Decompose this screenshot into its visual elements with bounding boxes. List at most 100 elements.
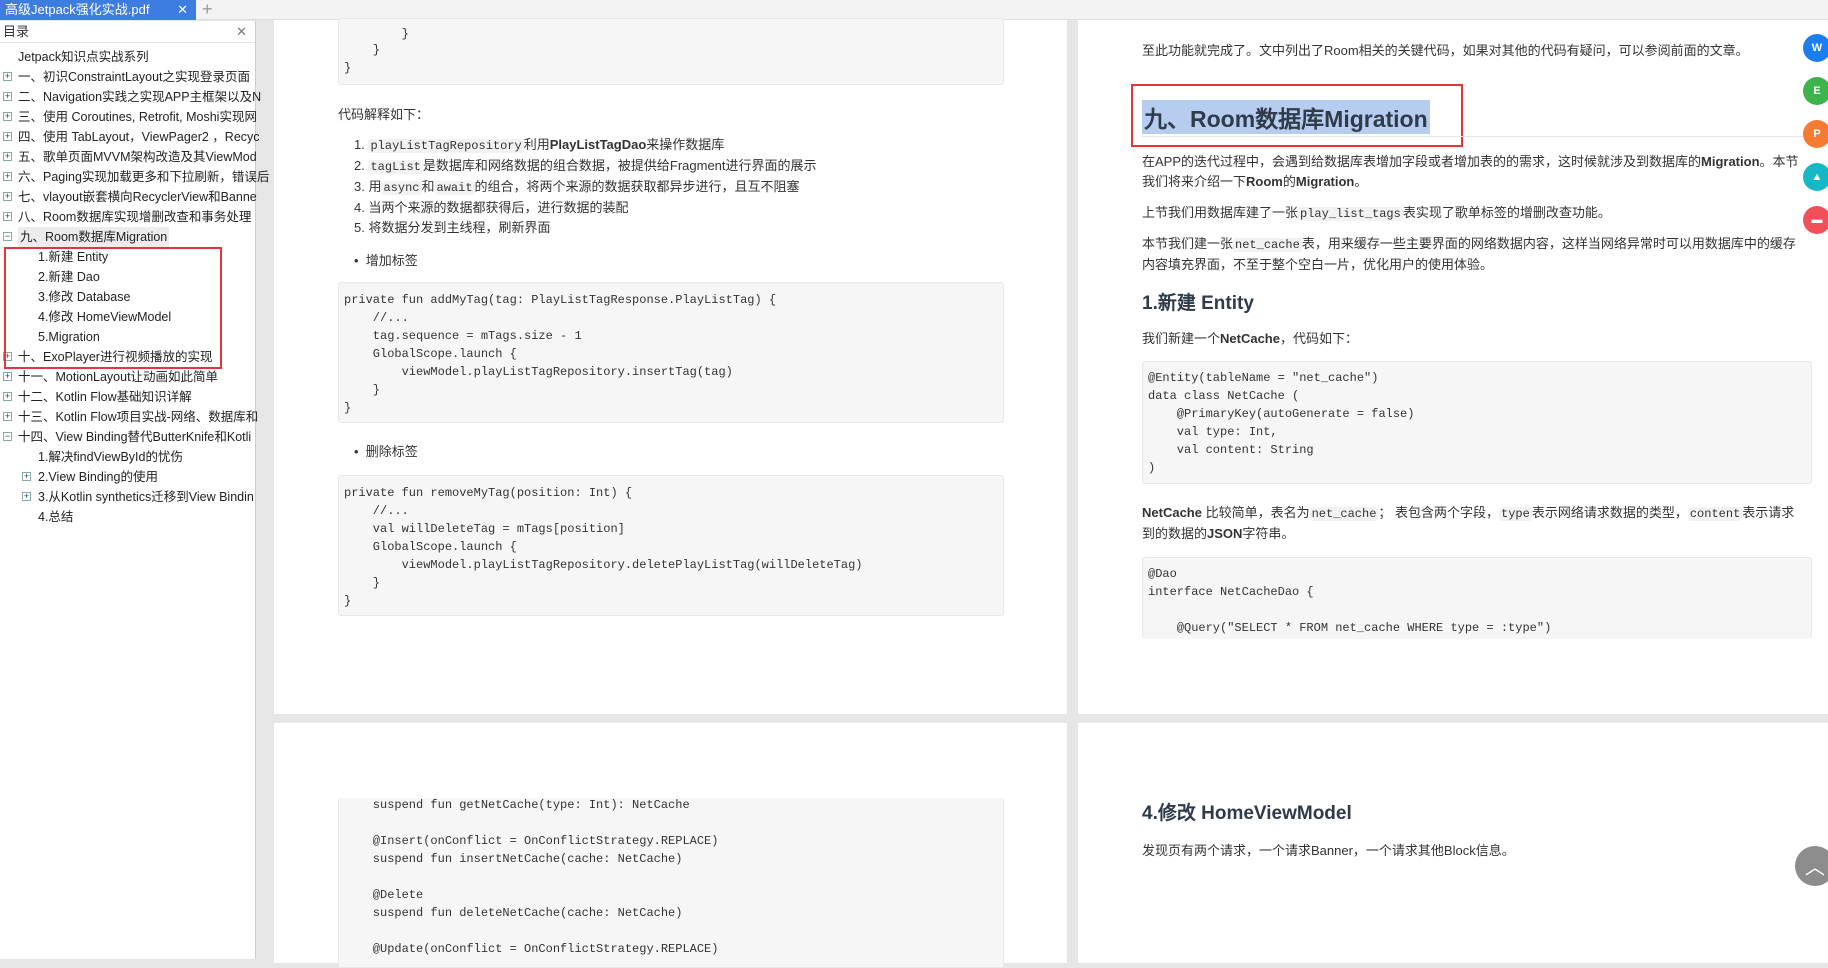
code-line: ) (1148, 461, 1156, 475)
expand-icon[interactable]: + (3, 72, 12, 81)
code-line: suspend fun insertNetCache(cache: NetCac… (344, 852, 683, 866)
code-line: private fun removeMyTag(position: Int) { (344, 486, 633, 500)
code-line: val willDeleteTag = mTags[position] (344, 522, 625, 536)
paragraph: 上节我们用数据库建了一张 play_list_tags 表实现了歌单标签的增删改查功… (1142, 205, 1611, 221)
page-left-2: suspend fun getNetCache(type: Int): NetC… (274, 723, 1067, 968)
code-line: @Entity(tableName = "net_cache") (1148, 371, 1379, 385)
close-outline-icon[interactable]: ✕ (236, 21, 247, 43)
close-tab-icon[interactable]: ✕ (177, 0, 188, 20)
bullet-delete-tag: • 删除标签 (354, 444, 418, 459)
list-item: 4. 当两个来源的数据都获得后，进行数据的装配 (354, 200, 629, 215)
outline-item[interactable]: 八、Room数据库实现增删改查和事务处理 (18, 207, 251, 227)
expand-icon[interactable]: + (3, 92, 12, 101)
highlight-box (4, 247, 222, 369)
expand-icon[interactable]: + (3, 112, 12, 121)
code-line: //... (344, 504, 409, 518)
outline-item[interactable]: 十四、View Binding替代ButterKnife和Kotli (18, 427, 251, 447)
image-convert-icon[interactable]: ▲ (1803, 163, 1828, 191)
new-tab-button[interactable]: + (202, 0, 213, 19)
code-line: val content: String (1148, 443, 1314, 457)
outline-item[interactable]: Jetpack知识点实战系列 (18, 47, 149, 67)
heading-entity: 1.新建 Entity (1142, 293, 1254, 314)
outline-item[interactable]: 一、初识ConstraintLayout之实现登录页面 (18, 67, 250, 87)
outline-item[interactable]: 七、vlayout嵌套横向RecyclerView和Banne (18, 187, 257, 207)
expand-icon[interactable]: + (3, 392, 12, 401)
divider (1142, 136, 1828, 137)
code-line: } (344, 27, 409, 41)
paragraph: 发现页有两个请求，一个请求Banner，一个请求其他Block信息。 (1142, 843, 1515, 858)
outline-header: 目录 ✕ (0, 21, 255, 43)
expand-icon[interactable]: + (22, 472, 31, 481)
outline-item[interactable]: 五、歌单页面MVVM架构改造及其ViewMod (18, 147, 257, 167)
code-line: @Query("SELECT * FROM net_cache WHERE ty… (1148, 621, 1552, 635)
scroll-to-top-button[interactable]: ︿ (1795, 846, 1828, 886)
code-block-dao-cont: suspend fun getNetCache(type: Int): NetC… (338, 798, 1004, 968)
outline-item[interactable]: 1.解决findViewById的忧伤 (38, 447, 183, 467)
collapse-icon[interactable]: − (3, 232, 12, 241)
tab-bar: 高级Jetpack强化实战.pdf ✕ + (0, 0, 1828, 20)
print-icon[interactable]: ▬ (1803, 206, 1828, 234)
expand-icon[interactable]: + (3, 132, 12, 141)
code-line: viewModel.playListTagRepository.insertTa… (344, 365, 733, 379)
paragraph: 到的数据的JSON字符串。 (1142, 526, 1295, 541)
page-right-2: 4.修改 HomeViewModel 发现页有两个请求，一个请求Banner，一… (1078, 723, 1828, 963)
outline-item[interactable]: 四、使用 TabLayout，ViewPager2 ，Recyc (18, 127, 260, 147)
outline-item[interactable]: 九、Room数据库Migration (18, 227, 170, 247)
code-line: @Insert(onConflict = OnConflictStrategy.… (344, 834, 719, 848)
outline-item[interactable]: 十二、Kotlin Flow基础知识详解 (18, 387, 192, 407)
tab-title: 高级Jetpack强化实战.pdf (5, 2, 150, 17)
list-item: 2. tagList 是数据库和网络数据的组合数据，被提供给Fragment进行界… (354, 158, 817, 174)
code-line: val type: Int, (1148, 425, 1278, 439)
expand-icon[interactable]: + (3, 372, 12, 381)
outline-item[interactable]: 二、Navigation实践之实现APP主框架以及N (18, 87, 261, 107)
outline-item[interactable]: 4.总结 (38, 507, 73, 527)
code-block-dao: @Dao interface NetCacheDao { @Query("SELE… (1142, 557, 1812, 639)
excel-convert-icon[interactable]: E (1803, 77, 1828, 105)
expand-icon[interactable]: + (3, 212, 12, 221)
code-line: suspend fun getNetCache(type: Int): NetC… (344, 798, 690, 812)
code-block-top: } } } (338, 18, 1004, 85)
tab-pdf[interactable]: 高级Jetpack强化实战.pdf ✕ (0, 0, 196, 20)
code-block-entity: @Entity(tableName = "net_cache")data cla… (1142, 361, 1812, 484)
code-line: interface NetCacheDao { (1148, 585, 1314, 599)
code-line: viewModel.playListTagRepository.deletePl… (344, 558, 863, 572)
code-line: } (344, 401, 352, 415)
outline-item[interactable]: 六、Paging实现加载更多和下拉刷新，错误后 (18, 167, 269, 187)
paragraph: 我们将来介绍一下Room的Migration。 (1142, 174, 1368, 189)
code-block-add: private fun addMyTag(tag: PlayListTagRes… (338, 282, 1004, 423)
code-line: data class NetCache ( (1148, 389, 1300, 403)
outline-item[interactable]: 十一、MotionLayout让动画如此简单 (18, 367, 218, 387)
ppt-convert-icon[interactable]: P (1803, 120, 1828, 148)
code-line: } (344, 43, 381, 57)
outline-item[interactable]: 十三、Kotlin Flow项目实战-网络、数据库和 (18, 407, 258, 427)
collapse-icon[interactable]: − (3, 432, 12, 441)
code-line: @Delete (344, 888, 424, 902)
paragraph: 内容填充界面，不至于整个空白一片，优化用户的使用体验。 (1142, 257, 1494, 272)
outline-sidebar: 目录 ✕ Jetpack知识点实战系列 一、初识ConstraintLayout之实… (0, 21, 269, 959)
code-line: @Update(onConflict = OnConflictStrategy.… (344, 942, 719, 956)
bullet-add-tag: • 增加标签 (354, 253, 418, 268)
page-left: } } } 代码解释如下： 1. playListTagRepository 利用… (274, 18, 1067, 714)
outline-item[interactable]: 3.从Kotlin synthetics迁移到View Bindin (38, 487, 254, 507)
code-line: } (344, 576, 381, 590)
code-line: } (344, 61, 352, 75)
paragraph: 我们新建一个NetCache，代码如下： (1142, 331, 1358, 346)
code-block-delete: private fun removeMyTag(position: Int) {… (338, 475, 1004, 616)
outline-title: 目录 (3, 24, 30, 39)
expand-icon[interactable]: + (3, 152, 12, 161)
intro-text: 至此功能就完成了。文中列出了Room相关的关键代码，如果对其他的代码有疑问，可以… (1142, 43, 1749, 58)
expand-icon[interactable]: + (3, 412, 12, 421)
outline-item[interactable]: 三、使用 Coroutines, Retrofit, Moshi实现网 (18, 107, 257, 127)
expand-icon[interactable]: + (22, 492, 31, 501)
word-convert-icon[interactable]: W (1803, 34, 1828, 62)
code-line: } (344, 594, 352, 608)
outline-item[interactable]: 2.View Binding的使用 (38, 467, 158, 487)
page-right: 至此功能就完成了。文中列出了Room相关的关键代码，如果对其他的代码有疑问，可以… (1078, 20, 1828, 714)
heading-highlight-box (1131, 84, 1463, 147)
expand-icon[interactable]: + (3, 172, 12, 181)
code-line: GlobalScope.launch { (344, 347, 517, 361)
code-line: @Dao (1148, 567, 1177, 581)
code-line: private fun addMyTag(tag: PlayListTagRes… (344, 293, 777, 307)
expand-icon[interactable]: + (3, 192, 12, 201)
paragraph: NetCache 比较简单，表名为 net_cache； 表包含两个字段， type… (1142, 505, 1795, 521)
